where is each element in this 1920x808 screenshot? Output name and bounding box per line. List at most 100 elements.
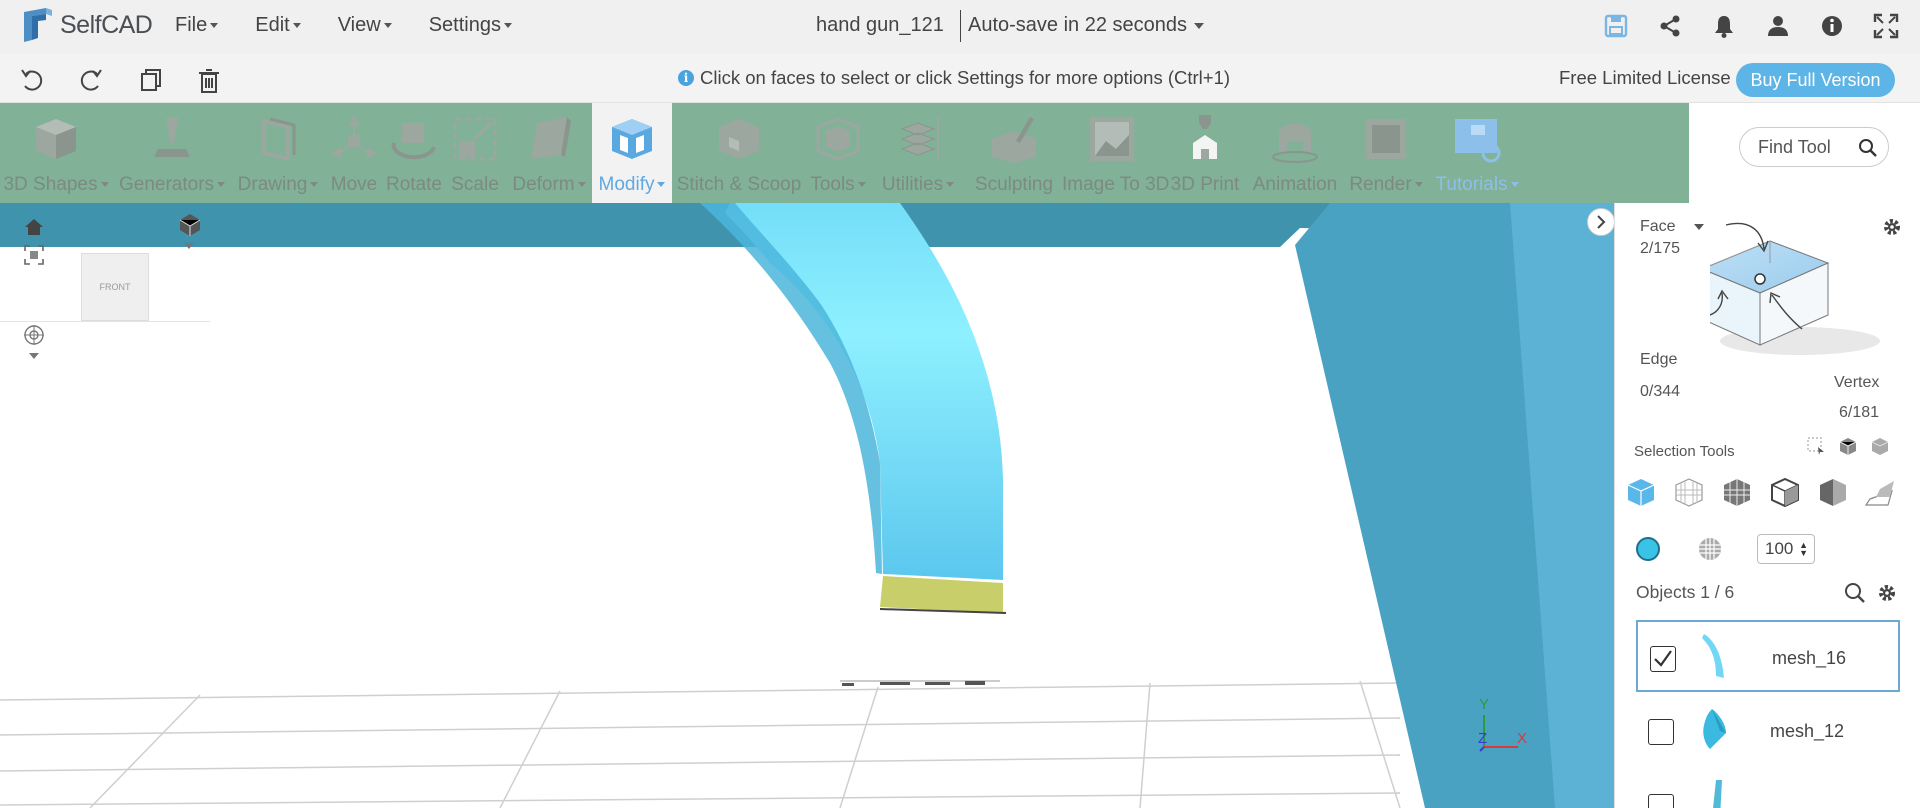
3d-viewport[interactable]: FRONT Y Z X	[0, 203, 1614, 808]
tool-generators[interactable]: Generators	[112, 103, 232, 203]
fit-view-icon[interactable]	[22, 243, 46, 267]
orbit-icon[interactable]	[22, 323, 46, 347]
selection-tools-label: Selection Tools	[1634, 443, 1735, 460]
tool-animation[interactable]: Animation	[1248, 103, 1342, 203]
share-icon[interactable]	[1656, 12, 1684, 40]
copy-icon[interactable]	[136, 66, 164, 94]
gear-icon[interactable]	[1875, 581, 1899, 605]
selection-mode-diagram[interactable]	[1710, 221, 1890, 371]
object-color-swatch[interactable]	[1636, 537, 1660, 561]
user-icon[interactable]	[1764, 12, 1792, 40]
stepper-arrows-icon[interactable]: ▲ ▼	[1799, 541, 1808, 558]
menu-edit[interactable]: Edit	[255, 14, 300, 37]
select-solid-icon[interactable]	[1869, 435, 1891, 457]
selfcad-logo-icon	[24, 8, 52, 42]
tool-label: 3D Shapes	[3, 174, 108, 195]
find-tool-input[interactable]: Find Tool	[1739, 127, 1889, 167]
view-cube-face-label: FRONT	[99, 282, 131, 292]
action-bar: i Click on faces to select or click Sett…	[0, 54, 1920, 103]
sculpting-icon	[992, 117, 1036, 163]
tool-label: Animation	[1252, 174, 1338, 195]
tool-3d-print[interactable]: 3D Print	[1162, 103, 1248, 203]
collapse-panel-button[interactable]	[1587, 208, 1615, 236]
info-icon[interactable]	[1818, 12, 1846, 40]
bell-icon[interactable]	[1710, 12, 1738, 40]
tool-label: Image To 3D	[1062, 174, 1170, 195]
tool-render[interactable]: Render	[1342, 103, 1430, 203]
tool-utilities[interactable]: Utilities	[870, 103, 966, 203]
edge-label[interactable]: Edge	[1640, 351, 1677, 369]
tool-scale[interactable]: Scale	[444, 103, 506, 203]
save-icon[interactable]	[1602, 12, 1630, 40]
vertex-label[interactable]: Vertex	[1834, 374, 1879, 392]
tool-rotate[interactable]: Rotate	[384, 103, 444, 203]
redo-icon[interactable]	[77, 66, 105, 94]
list-item[interactable]	[1636, 770, 1900, 808]
top-bar: SelfCAD File Edit View Settings hand gun…	[0, 0, 1920, 54]
object-checkbox[interactable]	[1648, 794, 1674, 808]
axis-y-label: Y	[1479, 696, 1490, 713]
select-mesh-icon[interactable]	[1720, 475, 1754, 509]
home-icon[interactable]	[22, 215, 46, 239]
scene-canvas[interactable]	[0, 203, 1614, 808]
selection-hint: i Click on faces to select or click Sett…	[678, 67, 1230, 89]
face-mode-dropdown[interactable]: Face	[1640, 218, 1704, 236]
object-checkbox[interactable]	[1648, 719, 1674, 745]
list-item[interactable]: mesh_16	[1636, 620, 1900, 692]
tool-drawing[interactable]: Drawing	[232, 103, 324, 203]
select-plane-icon[interactable]	[1864, 475, 1898, 509]
tool-label: Move	[330, 174, 378, 195]
hint-text: Click on faces to select or click Settin…	[700, 67, 1231, 88]
texture-icon[interactable]	[1697, 536, 1723, 562]
trash-icon[interactable]	[195, 66, 223, 94]
check-icon	[1654, 650, 1672, 667]
utilities-icon	[900, 117, 939, 161]
modify-icon	[612, 119, 652, 159]
select-area-icon[interactable]	[1805, 435, 1827, 457]
axis-z-label: Z	[1478, 730, 1488, 747]
menu-view[interactable]: View	[338, 14, 392, 37]
chevron-down-icon[interactable]	[183, 241, 195, 251]
chevron-down-icon[interactable]	[28, 351, 40, 361]
selected-face[interactable]	[880, 576, 1003, 613]
tool-label: Generators	[119, 174, 225, 195]
undo-icon[interactable]	[18, 66, 46, 94]
tool-3d-shapes[interactable]: 3D Shapes	[0, 103, 112, 203]
document-title[interactable]: hand gun_121	[816, 14, 944, 37]
search-icon[interactable]	[1843, 581, 1867, 605]
menu-file[interactable]: File	[175, 14, 218, 37]
view-cube[interactable]: FRONT	[81, 253, 149, 321]
tools-icon	[816, 117, 860, 161]
tool-image-to-3d[interactable]: Image To 3D	[1062, 103, 1169, 203]
menu-settings[interactable]: Settings	[429, 14, 512, 37]
render-icon	[1366, 119, 1406, 159]
select-half-icon[interactable]	[1816, 475, 1850, 509]
tool-sculpting[interactable]: Sculpting	[966, 103, 1062, 203]
object-thumbnail	[1703, 709, 1726, 749]
select-wireframe-icon[interactable]	[1672, 475, 1706, 509]
tool-label: Stitch & Scoop	[676, 174, 802, 195]
autosave-dropdown[interactable]: Auto-save in 22 seconds	[968, 14, 1204, 37]
tool-ribbon: 3D Shapes Generators Drawing Move Rotate…	[0, 103, 1689, 203]
tool-tutorials[interactable]: Tutorials	[1430, 103, 1524, 203]
search-icon[interactable]	[1858, 138, 1878, 158]
perspective-icon[interactable]	[176, 211, 204, 239]
tool-deform[interactable]: Deform	[506, 103, 592, 203]
select-object-icon[interactable]	[1768, 475, 1802, 509]
opacity-stepper[interactable]: 100 ▲ ▼	[1757, 534, 1815, 564]
list-item[interactable]: mesh_12	[1636, 695, 1900, 767]
tool-label: Tutorials	[1435, 174, 1518, 195]
tool-label: Tools	[810, 174, 865, 195]
buy-full-version-button[interactable]: Buy Full Version	[1736, 63, 1895, 97]
tool-modify[interactable]: Modify	[592, 103, 672, 203]
rotate-icon	[391, 123, 436, 160]
app-logo[interactable]: SelfCAD	[20, 6, 153, 44]
select-cubes-icon[interactable]	[1837, 435, 1859, 457]
tool-move[interactable]: Move	[324, 103, 384, 203]
tool-tools[interactable]: Tools	[806, 103, 870, 203]
deform-icon	[531, 117, 571, 159]
object-checkbox[interactable]	[1650, 646, 1676, 672]
select-face-mode-icon[interactable]	[1624, 475, 1658, 509]
tool-stitch-scoop[interactable]: Stitch & Scoop	[672, 103, 806, 203]
fullscreen-icon[interactable]	[1872, 12, 1900, 40]
